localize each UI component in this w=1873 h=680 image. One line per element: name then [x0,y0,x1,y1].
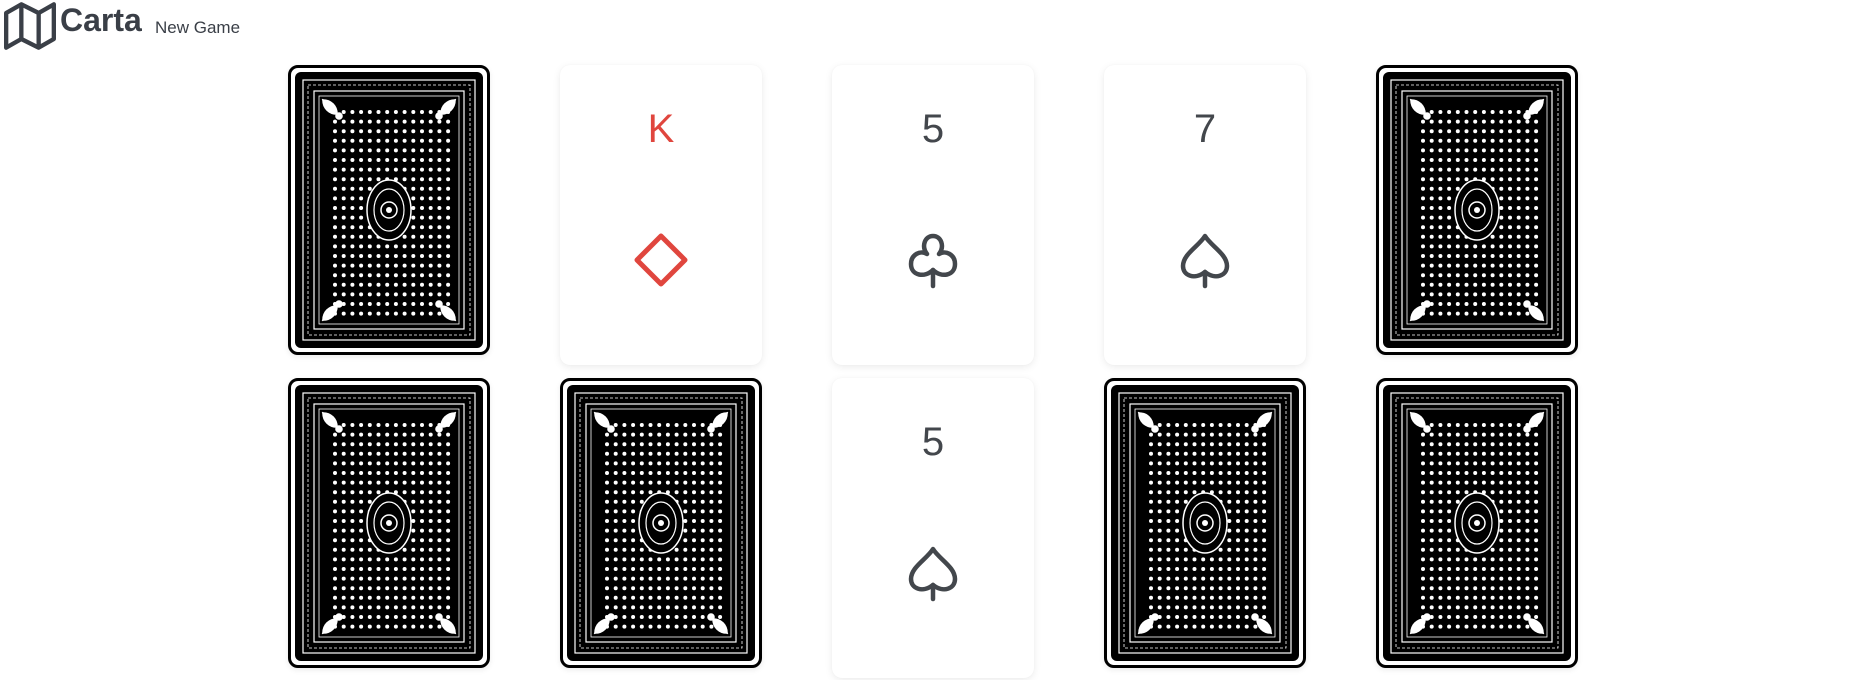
card-face-down[interactable] [288,65,490,365]
card-back-pattern [1111,385,1299,661]
card-back [1376,65,1578,355]
card-back [288,378,490,668]
card-face-down[interactable] [288,378,490,678]
card-rank: 5 [921,420,945,464]
card-back [1104,378,1306,668]
card-face: 7 [1104,65,1306,365]
card-back-pattern [295,385,483,661]
clubs-icon [908,233,958,289]
card-face-down[interactable] [1104,378,1306,678]
card-rank: K [647,107,675,151]
app-header: Carta New Game [0,0,1873,56]
card-face-up[interactable]: 5 [832,378,1034,678]
card-back-pattern [567,385,755,661]
diamonds-icon [634,233,688,287]
card-rank: 7 [1193,107,1217,151]
card-back-pattern [295,72,483,348]
card-back-pattern [1383,385,1571,661]
card-face-up[interactable]: 7 [1104,65,1306,365]
card-face: K [560,65,762,365]
card-face: 5 [832,378,1034,678]
spades-icon [908,546,958,602]
card-back [288,65,490,355]
card-face-down[interactable] [1376,378,1578,678]
card-back [560,378,762,668]
new-game-link[interactable]: New Game [155,18,240,38]
card-face-up[interactable]: K [560,65,762,365]
card-face-up[interactable]: 5 [832,65,1034,365]
card-face: 5 [832,65,1034,365]
map-icon[interactable] [4,0,56,52]
card-back-pattern [1383,72,1571,348]
card-rank: 5 [921,107,945,151]
card-face-down[interactable] [1376,65,1578,365]
card-back [1376,378,1578,668]
card-grid: K 5 7 5 [288,65,1578,678]
card-face-down[interactable] [560,378,762,678]
app-title[interactable]: Carta [60,2,142,39]
spades-icon [1180,233,1230,289]
